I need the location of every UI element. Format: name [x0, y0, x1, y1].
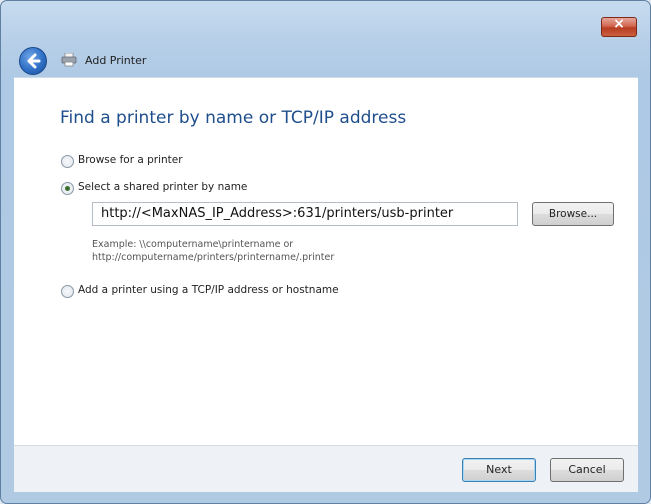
content-panel: Find a printer by name or TCP/IP address…: [14, 77, 638, 446]
close-button[interactable]: ×: [601, 16, 637, 37]
dialog-title: Add Printer: [85, 54, 147, 67]
example-line-2: http://computername/printers/printername…: [92, 252, 335, 263]
page-heading: Find a printer by name or TCP/IP address: [60, 108, 407, 128]
printer-url-input[interactable]: http://<MaxNAS_IP_Address>:631/printers/…: [92, 202, 518, 226]
close-icon: ×: [613, 16, 625, 32]
option-shared-printer-label: Select a shared printer by name: [78, 181, 248, 193]
cancel-button[interactable]: Cancel: [550, 458, 624, 482]
title-bar: ×: [1, 1, 650, 37]
back-button[interactable]: [19, 47, 47, 75]
next-button[interactable]: Next: [462, 458, 536, 482]
radio-browse[interactable]: [61, 155, 74, 168]
example-hint: Example: \\computername\printername or h…: [92, 238, 334, 264]
radio-shared-printer[interactable]: [61, 182, 74, 195]
button-bar: Next Cancel: [14, 445, 638, 492]
example-line-1: Example: \\computername\printername or: [92, 239, 294, 250]
option-browse-label: Browse for a printer: [78, 154, 183, 166]
printer-icon: [61, 53, 77, 67]
browse-button[interactable]: Browse...: [532, 202, 614, 226]
add-printer-dialog: × Add Printer Find a printer by name or …: [0, 0, 651, 504]
back-arrow-icon: [27, 53, 41, 69]
option-tcpip-label: Add a printer using a TCP/IP address or …: [78, 284, 339, 296]
radio-tcpip[interactable]: [61, 285, 74, 298]
navigation-bar: Add Printer: [1, 37, 650, 77]
